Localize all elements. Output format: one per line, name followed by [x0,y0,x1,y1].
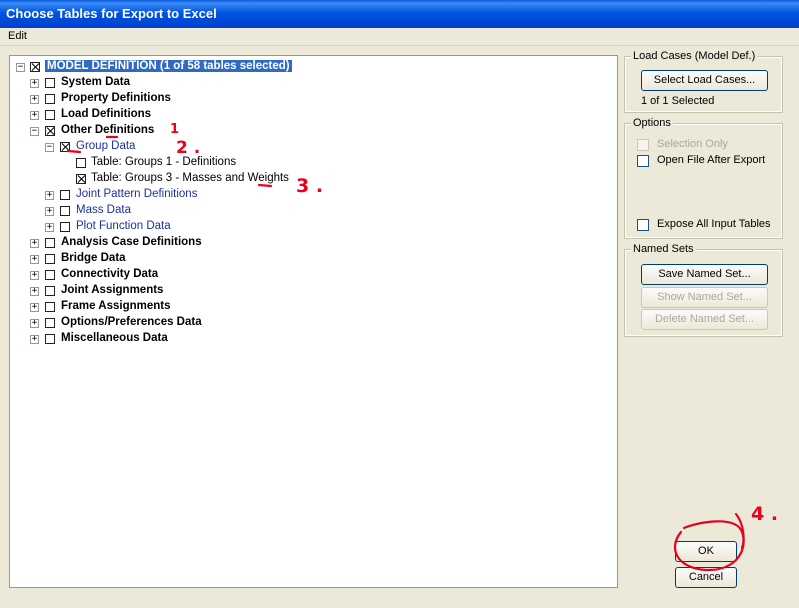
expand-icon[interactable]: + [30,271,39,280]
delete-named-set-button[interactable]: Delete Named Set... [641,309,768,330]
save-named-set-button[interactable]: Save Named Set... [641,264,768,285]
annotation-4: 4 . [751,503,779,525]
expand-icon[interactable]: + [30,95,39,104]
title-bar: Choose Tables for Export to Excel [0,0,799,28]
open-file-label: Open File After Export [657,154,766,166]
show-named-set-button[interactable]: Show Named Set... [641,287,768,308]
expand-icon[interactable]: + [30,303,39,312]
expand-icon[interactable]: + [30,79,39,88]
tree-label[interactable]: Miscellaneous Data [61,332,168,344]
cancel-button[interactable]: Cancel [675,567,737,588]
ok-circle-tail-mark [734,512,745,550]
checkbox-icon[interactable] [45,334,55,344]
expand-icon[interactable]: + [30,335,39,344]
collapse-icon[interactable]: − [45,143,54,152]
checkbox-icon[interactable] [76,158,86,168]
expand-icon[interactable]: + [45,207,54,216]
checkbox-checked-icon[interactable] [60,142,70,152]
tree-label[interactable]: Bridge Data [61,252,126,264]
checkbox-icon[interactable] [45,286,55,296]
open-file-checkbox[interactable] [637,155,649,167]
tree-label[interactable]: Other Definitions [61,124,154,136]
menu-edit[interactable]: Edit [8,30,27,42]
tree-label[interactable]: Mass Data [76,204,131,216]
tree-label[interactable]: Analysis Case Definitions [61,236,202,248]
checkbox-icon[interactable] [45,78,55,88]
annotation-3: 3 . [296,175,324,197]
load-cases-status: 1 of 1 Selected [641,95,715,107]
tree-label[interactable]: Property Definitions [61,92,171,104]
tree-label[interactable]: System Data [61,76,130,88]
checkbox-icon[interactable] [60,222,70,232]
options-caption: Options [631,117,673,129]
expand-icon[interactable]: + [45,191,54,200]
selection-only-label: Selection Only [657,138,728,150]
tree-label[interactable]: Joint Pattern Definitions [76,188,197,200]
collapse-icon[interactable]: − [16,63,25,72]
collapse-icon[interactable]: − [30,127,39,136]
tree-label[interactable]: Load Definitions [61,108,151,120]
load-cases-group: Load Cases (Model Def.) Select Load Case… [624,50,783,113]
tree-label[interactable]: Plot Function Data [76,220,171,232]
expose-all-checkbox[interactable] [637,219,649,231]
named-sets-caption: Named Sets [631,243,696,255]
expand-icon[interactable]: + [30,287,39,296]
tree-label[interactable]: Connectivity Data [61,268,158,280]
checkbox-checked-icon[interactable] [45,126,55,136]
checkbox-icon[interactable] [45,94,55,104]
load-cases-caption: Load Cases (Model Def.) [631,50,758,62]
selection-only-checkbox[interactable] [637,139,649,151]
tree-label[interactable]: Group Data [76,140,135,152]
expand-icon[interactable]: + [30,255,39,264]
expand-icon[interactable]: + [45,223,54,232]
menu-bar: Edit [0,28,799,46]
tree-label[interactable]: Joint Assignments [61,284,163,296]
checkbox-icon[interactable] [45,302,55,312]
table-tree[interactable]: − MODEL DEFINITION (1 of 58 tables selec… [9,55,618,588]
checkbox-checked-icon[interactable] [76,174,86,184]
checkbox-icon[interactable] [45,254,55,264]
expand-icon[interactable]: + [30,239,39,248]
checkbox-icon[interactable] [60,206,70,216]
tree-label[interactable]: Options/Preferences Data [61,316,202,328]
window-title: Choose Tables for Export to Excel [6,6,217,21]
checkbox-icon[interactable] [45,238,55,248]
tree-label[interactable]: Table: Groups 1 - Definitions [91,156,236,168]
options-group: Options Selection Only Open File After E… [624,117,783,239]
expose-all-label: Expose All Input Tables [657,218,771,230]
expand-icon[interactable]: + [30,319,39,328]
checkbox-icon[interactable] [60,190,70,200]
named-sets-group: Named Sets Save Named Set... Show Named … [624,243,783,337]
tree-label[interactable]: Frame Assignments [61,300,171,312]
annotation-2: 2 . [176,138,201,158]
tree-label[interactable]: Table: Groups 3 - Masses and Weights [91,172,289,184]
select-load-cases-button[interactable]: Select Load Cases... [641,70,768,91]
annotation-1: 1 [170,122,180,137]
ok-button[interactable]: OK [675,541,737,562]
expand-icon[interactable]: + [30,111,39,120]
checkbox-icon[interactable] [45,110,55,120]
checkbox-icon[interactable] [45,270,55,280]
checkbox-checked-icon[interactable] [30,62,40,72]
tree-root-label[interactable]: MODEL DEFINITION (1 of 58 tables selecte… [45,60,292,72]
checkbox-icon[interactable] [45,318,55,328]
